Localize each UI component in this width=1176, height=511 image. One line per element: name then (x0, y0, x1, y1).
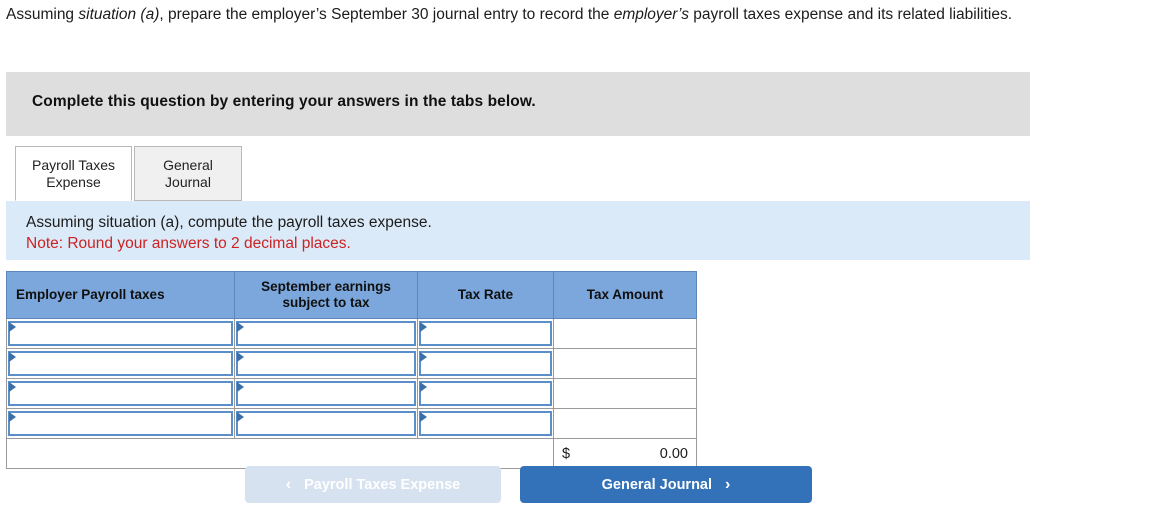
column-header-employer-payroll-taxes: Employer Payroll taxes (6, 271, 235, 319)
tax-name-select-3[interactable] (8, 411, 233, 436)
cell-earnings (234, 378, 418, 409)
earnings-input-2[interactable] (236, 381, 416, 406)
caret-right-icon (9, 382, 16, 392)
prompt-text-part2: , prepare the employer’s September 30 jo… (159, 6, 614, 23)
tab-bar: Payroll Taxes Expense General Journal (6, 146, 1030, 202)
cell-tax-amount (553, 348, 697, 379)
caret-right-icon (420, 412, 427, 422)
rounding-note: Note: Round your answers to 2 decimal pl… (26, 235, 351, 252)
cell-earnings (234, 348, 418, 379)
tax-name-select-2[interactable] (8, 381, 233, 406)
next-button-label: General Journal (601, 476, 713, 493)
cell-tax-rate (417, 348, 554, 379)
table-row (6, 318, 697, 349)
prompt-text-part1: Assuming (6, 6, 79, 23)
cell-tax-amount (553, 378, 697, 409)
next-general-journal-button[interactable]: General Journal › (520, 466, 812, 503)
cell-tax-rate (417, 408, 554, 439)
earnings-input-0[interactable] (236, 321, 416, 346)
cell-tax-amount (553, 408, 697, 439)
prompt-italic-employers: employer’s (613, 6, 689, 23)
total-amount-cell: $ 0.00 (553, 438, 697, 469)
tax-name-select-1[interactable] (8, 351, 233, 376)
caret-right-icon (237, 322, 244, 332)
complete-question-banner-text: Complete this question by entering your … (32, 93, 536, 110)
cell-earnings (234, 318, 418, 349)
instruction-text: Assuming situation (a), compute the payr… (26, 214, 432, 231)
caret-right-icon (420, 382, 427, 392)
caret-right-icon (237, 412, 244, 422)
earnings-input-1[interactable] (236, 351, 416, 376)
cell-tax-rate (417, 318, 554, 349)
cell-tax-name (6, 318, 235, 349)
total-currency-symbol: $ (562, 445, 571, 462)
caret-right-icon (9, 352, 16, 362)
column-header-tax-rate: Tax Rate (417, 271, 554, 319)
prompt-text-part3: payroll taxes expense and its related li… (688, 6, 1013, 23)
cell-tax-name (6, 408, 235, 439)
question-prompt: Assuming situation (a), prepare the empl… (6, 4, 1096, 26)
tab-general-journal[interactable]: General Journal (134, 146, 242, 201)
table-header-row: Employer Payroll taxes September earning… (6, 271, 697, 319)
earnings-input-3[interactable] (236, 411, 416, 436)
table-total-row: $ 0.00 (6, 438, 697, 469)
tab-general-journal-label: General Journal (163, 156, 213, 190)
prompt-italic-situation: situation (a) (78, 6, 160, 23)
caret-right-icon (420, 352, 427, 362)
tax-name-select-0[interactable] (8, 321, 233, 346)
caret-right-icon (9, 412, 16, 422)
table-row (6, 378, 697, 409)
tax-rate-input-2[interactable] (419, 381, 552, 406)
caret-right-icon (9, 322, 16, 332)
tax-rate-input-3[interactable] (419, 411, 552, 436)
total-label-cell (6, 438, 554, 469)
tab-payroll-taxes-expense[interactable]: Payroll Taxes Expense (15, 146, 132, 201)
caret-right-icon (237, 352, 244, 362)
tax-rate-input-1[interactable] (419, 351, 552, 376)
tab-payroll-taxes-expense-label: Payroll Taxes Expense (31, 156, 115, 190)
prev-payroll-taxes-expense-button[interactable]: ‹ Payroll Taxes Expense (245, 466, 501, 503)
table-row (6, 408, 697, 439)
caret-right-icon (420, 322, 427, 332)
cell-tax-rate (417, 378, 554, 409)
caret-right-icon (237, 382, 244, 392)
prev-button-label: Payroll Taxes Expense (304, 476, 461, 493)
chevron-left-icon: ‹ (285, 475, 292, 493)
chevron-right-icon: › (725, 475, 731, 493)
complete-question-banner: Complete this question by entering your … (6, 72, 1030, 136)
table-row (6, 348, 697, 379)
column-header-september-earnings: September earnings subject to tax (234, 271, 418, 319)
cell-tax-name (6, 348, 235, 379)
tax-rate-input-0[interactable] (419, 321, 552, 346)
total-amount-value: 0.00 (659, 445, 688, 462)
payroll-taxes-table: Employer Payroll taxes September earning… (6, 271, 697, 469)
cell-tax-amount (553, 318, 697, 349)
instruction-band: Assuming situation (a), compute the payr… (6, 201, 1030, 260)
cell-tax-name (6, 378, 235, 409)
column-header-tax-amount: Tax Amount (553, 271, 697, 319)
cell-earnings (234, 408, 418, 439)
